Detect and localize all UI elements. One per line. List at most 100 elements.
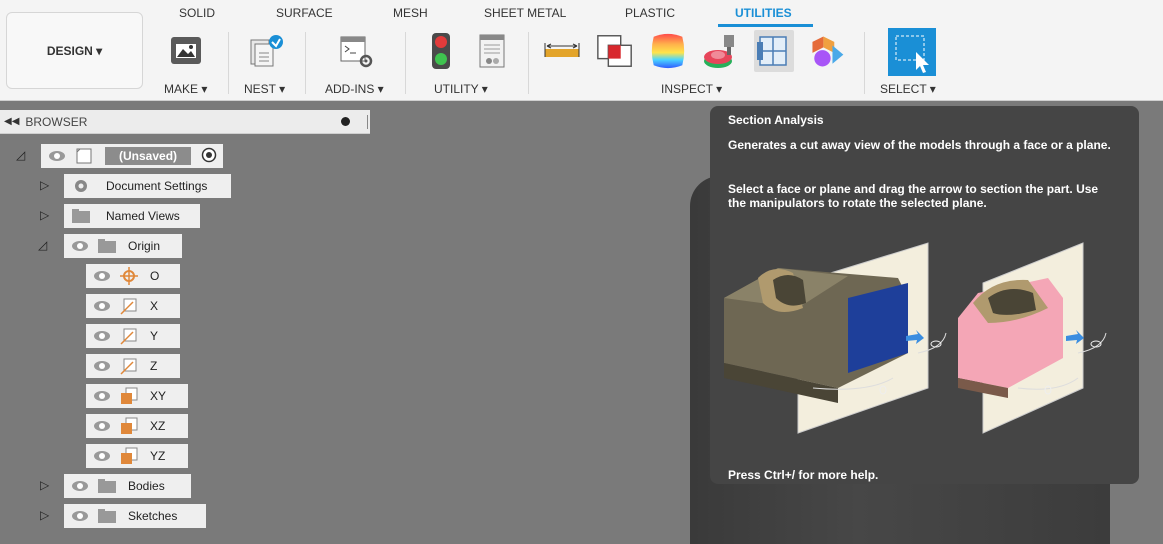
add-ins-group-label[interactable]: ADD-INS ▾ bbox=[325, 82, 384, 96]
tree-item-z-axis[interactable]: Z bbox=[86, 354, 180, 378]
folder-icon bbox=[70, 208, 92, 224]
tree-item-label: Z bbox=[150, 359, 158, 373]
axis-icon bbox=[118, 328, 140, 345]
section-analysis-illustration bbox=[724, 242, 1107, 434]
activate-radio-icon[interactable] bbox=[201, 147, 217, 166]
tab-solid[interactable]: SOLID bbox=[179, 6, 215, 20]
document-settings-list-icon[interactable] bbox=[472, 30, 512, 72]
collapse-browser-icon[interactable]: ◀◀ bbox=[4, 116, 19, 127]
make-group-label[interactable]: MAKE ▾ bbox=[164, 82, 207, 96]
interference-icon[interactable] bbox=[595, 30, 635, 72]
tree-item-origin-point[interactable]: O bbox=[86, 264, 180, 288]
scripts-addins-icon[interactable] bbox=[336, 30, 376, 72]
plane-icon bbox=[118, 447, 140, 464]
tree-item-label: Origin bbox=[128, 239, 161, 253]
tooltip-instructions: Select a face or plane and drag the arro… bbox=[728, 182, 1099, 210]
eye-icon[interactable] bbox=[70, 510, 90, 522]
tab-plastic[interactable]: PLASTIC bbox=[625, 6, 675, 20]
tree-item-document-settings[interactable]: Document Settings bbox=[64, 174, 231, 198]
eye-icon[interactable] bbox=[92, 330, 112, 342]
component-color-cycling-icon[interactable] bbox=[807, 30, 847, 72]
tree-item-label: YZ bbox=[150, 449, 166, 463]
panel-divider bbox=[367, 115, 368, 129]
tree-item-xy-plane[interactable]: XY bbox=[86, 384, 188, 408]
tree-item-label: Named Views bbox=[106, 209, 180, 223]
eye-icon[interactable] bbox=[70, 480, 90, 492]
axis-icon bbox=[118, 358, 140, 375]
zebra-analysis-icon[interactable] bbox=[648, 30, 688, 72]
tooltip-help-hint: Press Ctrl+/ for more help. bbox=[728, 468, 879, 482]
eye-icon[interactable] bbox=[92, 420, 112, 432]
separator bbox=[864, 32, 865, 94]
select-group-label[interactable]: SELECT ▾ bbox=[880, 82, 936, 96]
tree-item-origin[interactable]: Origin bbox=[64, 234, 182, 258]
expand-triangle-icon[interactable]: ▷ bbox=[40, 478, 49, 492]
plane-icon bbox=[118, 387, 140, 404]
browser-header[interactable]: ◀◀ BROWSER bbox=[0, 110, 370, 134]
tree-item-x-axis[interactable]: X bbox=[86, 294, 180, 318]
eye-icon[interactable] bbox=[92, 300, 112, 312]
tree-root[interactable]: (Unsaved) bbox=[41, 144, 224, 168]
toolbar: DESIGN ▾ SOLID SURFACE MESH SHEET METAL … bbox=[0, 0, 1163, 101]
expand-triangle-icon[interactable]: ▷ bbox=[40, 178, 49, 192]
tree-root-label: (Unsaved) bbox=[105, 147, 192, 165]
separator bbox=[228, 32, 229, 94]
gear-icon bbox=[70, 178, 92, 194]
select-icon[interactable] bbox=[888, 28, 936, 76]
tree-item-label: Y bbox=[150, 329, 159, 343]
eye-icon[interactable] bbox=[92, 390, 112, 402]
nest-icon[interactable] bbox=[246, 30, 286, 72]
inspect-group-label[interactable]: INSPECT ▾ bbox=[661, 82, 722, 96]
tree-item-sketches[interactable]: Sketches bbox=[64, 504, 206, 528]
draft-analysis-icon[interactable] bbox=[700, 30, 740, 72]
separator bbox=[305, 32, 306, 94]
tree-item-xz-plane[interactable]: XZ bbox=[86, 414, 188, 438]
axis-icon bbox=[118, 298, 140, 315]
tree-item-label: Bodies bbox=[128, 479, 165, 493]
tab-mesh[interactable]: MESH bbox=[393, 6, 428, 20]
traffic-light-icon[interactable] bbox=[421, 30, 461, 72]
eye-icon[interactable] bbox=[92, 450, 112, 462]
plane-icon bbox=[118, 417, 140, 434]
tab-surface[interactable]: SURFACE bbox=[276, 6, 333, 20]
tab-sheet-metal[interactable]: SHEET METAL bbox=[484, 6, 566, 20]
tree-item-label: O bbox=[150, 269, 160, 283]
component-box-icon bbox=[73, 148, 95, 164]
expand-triangle-icon[interactable]: ▷ bbox=[40, 208, 49, 222]
utility-group-label[interactable]: UTILITY ▾ bbox=[434, 82, 488, 96]
tree-item-label: XZ bbox=[150, 419, 166, 433]
folder-icon bbox=[96, 508, 118, 524]
pin-icon[interactable] bbox=[341, 117, 350, 126]
tree-item-label: XY bbox=[150, 389, 167, 403]
collapse-triangle-icon[interactable]: ◿ bbox=[16, 148, 25, 162]
tab-utilities[interactable]: UTILITIES bbox=[735, 6, 792, 20]
section-analysis-icon[interactable] bbox=[754, 30, 794, 72]
tooltip-title: Section Analysis bbox=[728, 113, 824, 127]
folder-icon bbox=[96, 238, 118, 254]
active-tab-indicator bbox=[718, 24, 813, 27]
tree-item-y-axis[interactable]: Y bbox=[86, 324, 180, 348]
expand-triangle-icon[interactable]: ▷ bbox=[40, 508, 49, 522]
separator bbox=[405, 32, 406, 94]
nest-group-label[interactable]: NEST ▾ bbox=[244, 82, 285, 96]
browser-title: BROWSER bbox=[25, 114, 88, 129]
eye-icon[interactable] bbox=[70, 240, 90, 252]
eye-icon[interactable] bbox=[47, 150, 67, 162]
separator bbox=[528, 32, 529, 94]
eye-icon[interactable] bbox=[92, 270, 112, 282]
make-3d-print-icon[interactable] bbox=[166, 30, 206, 72]
folder-icon bbox=[96, 478, 118, 494]
collapse-triangle-icon[interactable]: ◿ bbox=[38, 238, 47, 252]
tree-item-bodies[interactable]: Bodies bbox=[64, 474, 191, 498]
tree-item-label: Sketches bbox=[128, 509, 178, 523]
tree-item-yz-plane[interactable]: YZ bbox=[86, 444, 188, 468]
tree-item-named-views[interactable]: Named Views bbox=[64, 204, 200, 228]
tree-item-label: Document Settings bbox=[106, 179, 208, 193]
design-workspace-button[interactable]: DESIGN ▾ bbox=[6, 12, 143, 89]
eye-icon[interactable] bbox=[92, 360, 112, 372]
origin-point-icon bbox=[118, 267, 140, 285]
tooltip-description: Generates a cut away view of the models … bbox=[728, 138, 1111, 152]
measure-icon[interactable] bbox=[542, 30, 582, 72]
tree-item-label: X bbox=[150, 299, 159, 313]
design-workspace-label: DESIGN ▾ bbox=[46, 43, 103, 58]
